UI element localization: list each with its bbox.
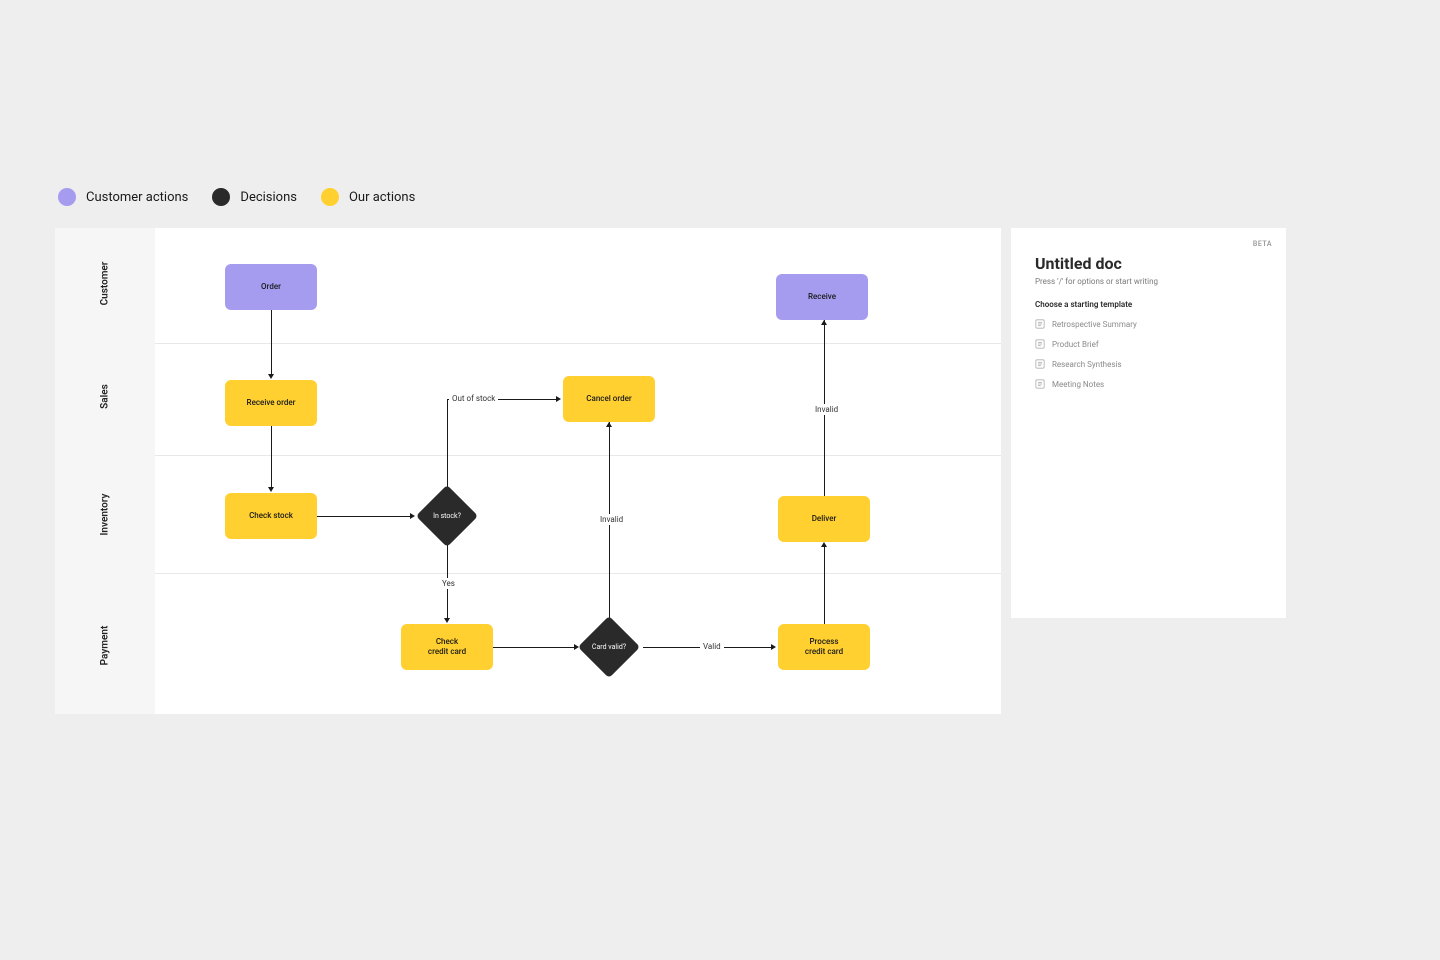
template-label: Meeting Notes <box>1052 380 1104 389</box>
template-item-meeting-notes[interactable]: Meeting Notes <box>1035 379 1262 389</box>
arrowhead-icon <box>556 396 561 402</box>
template-list: Retrospective Summary Product Brief Rese… <box>1035 319 1262 389</box>
edge-label-invalid-2: Invalid <box>812 404 841 415</box>
legend-swatch-purple <box>58 188 76 206</box>
arrowhead-icon <box>268 374 274 379</box>
arrowhead-icon <box>771 644 776 650</box>
arrowhead-icon <box>574 644 579 650</box>
lane-label-sales: Sales <box>100 347 111 447</box>
node-receive[interactable]: Receive <box>776 274 868 320</box>
node-check-stock[interactable]: Check stock <box>225 493 317 539</box>
lane-divider <box>155 343 1001 344</box>
legend-swatch-black <box>212 188 230 206</box>
node-deliver[interactable]: Deliver <box>778 496 870 542</box>
legend-item-decisions: Decisions <box>212 188 297 206</box>
template-section-label: Choose a starting template <box>1035 300 1262 309</box>
template-item-retrospective[interactable]: Retrospective Summary <box>1035 319 1262 329</box>
lane-divider <box>155 573 1001 574</box>
edge <box>493 647 575 648</box>
arrowhead-icon <box>606 422 612 427</box>
doc-title[interactable]: Untitled doc <box>1035 254 1262 273</box>
legend-swatch-yellow <box>321 188 339 206</box>
edge-label-valid: Valid <box>700 641 724 652</box>
lane-label-payment: Payment <box>100 596 111 696</box>
flowchart-canvas[interactable]: Customer Sales Inventory Payment Order R… <box>55 228 1001 714</box>
template-label: Retrospective Summary <box>1052 320 1137 329</box>
doc-panel[interactable]: BETA Untitled doc Press '/' for options … <box>1011 228 1286 618</box>
arrowhead-icon <box>821 320 827 325</box>
edge-label-out-of-stock: Out of stock <box>449 393 498 404</box>
doc-hint: Press '/' for options or start writing <box>1035 277 1262 286</box>
template-label: Product Brief <box>1052 340 1099 349</box>
legend-item-our-actions: Our actions <box>321 188 415 206</box>
edge <box>824 547 825 624</box>
lane-label-customer: Customer <box>100 234 111 334</box>
node-check-credit-card[interactable]: Check credit card <box>401 624 493 670</box>
node-order[interactable]: Order <box>225 264 317 310</box>
legend-item-customer: Customer actions <box>58 188 188 206</box>
edge <box>317 516 411 517</box>
node-receive-order[interactable]: Receive order <box>225 380 317 426</box>
template-item-research-synthesis[interactable]: Research Synthesis <box>1035 359 1262 369</box>
template-item-product-brief[interactable]: Product Brief <box>1035 339 1262 349</box>
node-cancel-order[interactable]: Cancel order <box>563 376 655 422</box>
arrowhead-icon <box>410 513 415 519</box>
legend-label: Our actions <box>349 190 415 205</box>
node-process-credit-card[interactable]: Process credit card <box>778 624 870 670</box>
template-icon <box>1035 379 1045 389</box>
template-icon <box>1035 339 1045 349</box>
template-icon <box>1035 359 1045 369</box>
node-in-stock-decision[interactable]: In stock? <box>425 494 469 538</box>
edge <box>271 426 272 489</box>
edge <box>447 399 448 487</box>
legend: Customer actions Decisions Our actions <box>58 188 415 206</box>
template-icon <box>1035 319 1045 329</box>
edge <box>271 310 272 376</box>
legend-label: Customer actions <box>86 190 188 205</box>
beta-badge: BETA <box>1253 240 1272 248</box>
legend-label: Decisions <box>240 190 297 205</box>
lane-divider <box>155 455 1001 456</box>
template-label: Research Synthesis <box>1052 360 1122 369</box>
arrowhead-icon <box>821 542 827 547</box>
edge-label-yes: Yes <box>439 578 458 589</box>
arrowhead-icon <box>268 487 274 492</box>
edge-label-invalid: Invalid <box>597 514 626 525</box>
lane-label-inventory: Inventory <box>100 465 111 565</box>
arrowhead-icon <box>444 618 450 623</box>
node-card-valid-decision[interactable]: Card valid? <box>587 625 631 669</box>
